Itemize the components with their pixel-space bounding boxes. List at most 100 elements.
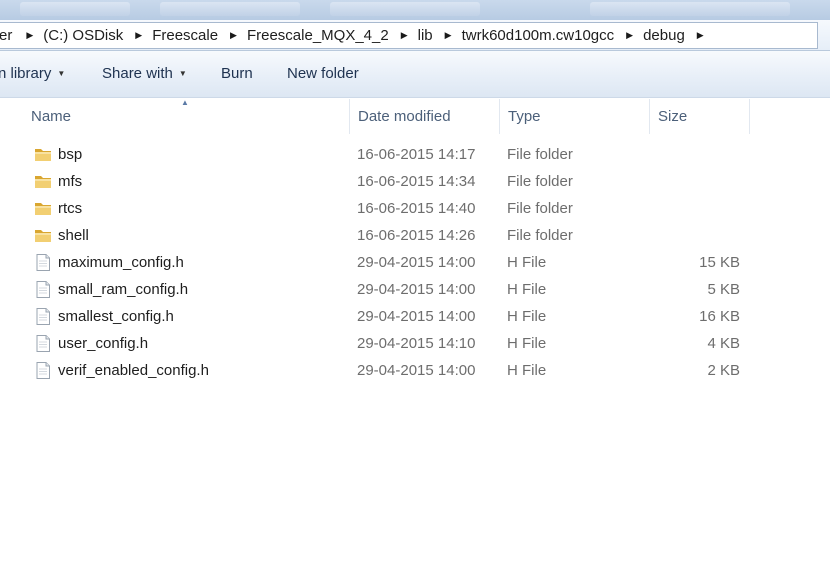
folder-icon xyxy=(34,146,52,163)
column-header-label: Name xyxy=(31,108,72,125)
file-size xyxy=(650,195,740,222)
breadcrumb-item[interactable]: debug ▶ xyxy=(637,27,708,44)
file-date-modified: 16-06-2015 14:26 xyxy=(357,227,476,244)
file-size: 16 KB xyxy=(699,308,740,325)
new-folder-button[interactable]: New folder xyxy=(287,65,359,82)
breadcrumb-item[interactable]: Freescale_MQX_4_2 ▶ xyxy=(241,27,412,44)
file-name: mfs xyxy=(58,173,83,190)
file-type: File folder xyxy=(507,146,573,163)
file-name: maximum_config.h xyxy=(58,254,184,271)
breadcrumb-label: debug xyxy=(643,27,685,44)
command-toolbar: n library ▼ Share with ▼ Burn New folder xyxy=(0,51,830,98)
file-date-modified: 16-06-2015 14:17 xyxy=(357,146,476,163)
breadcrumb-label: er xyxy=(0,27,13,44)
background-window-ghost xyxy=(590,2,790,16)
file-size xyxy=(650,222,740,249)
file-date-modified: 16-06-2015 14:34 xyxy=(357,173,476,190)
folder-icon xyxy=(34,200,52,217)
breadcrumb-label: (C:) OSDisk xyxy=(43,27,124,44)
file-name: verif_enabled_config.h xyxy=(58,362,209,379)
breadcrumb-arrow-icon[interactable]: ▶ xyxy=(622,30,635,41)
file-row[interactable]: smallest_config.h 29-04-2015 14:00 H File 1… xyxy=(0,303,830,330)
file-row[interactable]: mfs 16-06-2015 14:34 File folder xyxy=(0,168,830,195)
breadcrumb[interactable]: er ▶ (C:) OSDisk ▶ Freescale ▶ Freescale… xyxy=(0,22,818,49)
file-date-modified: 29-04-2015 14:10 xyxy=(357,335,476,352)
file-type: File folder xyxy=(507,173,573,190)
file-date-modified: 29-04-2015 14:00 xyxy=(357,362,476,379)
file-row[interactable]: shell 16-06-2015 14:26 File folder xyxy=(0,222,830,249)
file-type: H File xyxy=(507,335,547,352)
column-header-date-modified[interactable]: Date modified xyxy=(350,99,500,134)
file-date-modified: 29-04-2015 14:00 xyxy=(357,281,476,298)
share-with-label: Share with xyxy=(102,65,173,82)
folder-icon xyxy=(34,173,52,190)
burn-label: Burn xyxy=(221,65,253,82)
column-header-label: Type xyxy=(508,108,541,125)
file-icon xyxy=(34,335,52,352)
breadcrumb-arrow-icon[interactable]: ▶ xyxy=(131,30,144,41)
file-icon xyxy=(34,281,52,298)
column-header-label: Date modified xyxy=(358,108,451,125)
breadcrumb-item[interactable]: er ▶ xyxy=(0,27,37,44)
file-type: File folder xyxy=(507,200,573,217)
address-bar: er ▶ (C:) OSDisk ▶ Freescale ▶ Freescale… xyxy=(0,20,830,51)
file-size: 15 KB xyxy=(699,254,740,271)
breadcrumb-item[interactable]: (C:) OSDisk ▶ xyxy=(37,27,146,44)
breadcrumb-arrow-icon[interactable]: ▶ xyxy=(693,30,706,41)
file-icon xyxy=(34,308,52,325)
file-row[interactable]: maximum_config.h 29-04-2015 14:00 H File 15… xyxy=(0,249,830,276)
title-strip xyxy=(0,0,830,20)
file-type: H File xyxy=(507,308,547,325)
file-date-modified: 29-04-2015 14:00 xyxy=(357,308,476,325)
new-folder-label: New folder xyxy=(287,65,359,82)
breadcrumb-item[interactable]: Freescale ▶ xyxy=(146,27,241,44)
file-name: smallest_config.h xyxy=(58,308,174,325)
include-in-library-button[interactable]: n library ▼ xyxy=(0,65,65,82)
breadcrumb-label: twrk60d100m.cw10gcc xyxy=(461,27,615,44)
file-date-modified: 29-04-2015 14:00 xyxy=(357,254,476,271)
file-row[interactable]: verif_enabled_config.h 29-04-2015 14:00 H … xyxy=(0,357,830,384)
breadcrumb-label: Freescale_MQX_4_2 xyxy=(246,27,389,44)
breadcrumb-arrow-icon[interactable]: ▶ xyxy=(226,30,239,41)
file-name: small_ram_config.h xyxy=(58,281,189,298)
file-row[interactable]: bsp 16-06-2015 14:17 File folder xyxy=(0,141,830,168)
file-icon xyxy=(34,254,52,271)
file-size xyxy=(650,168,740,195)
background-window-ghost xyxy=(330,2,480,16)
file-size: 4 KB xyxy=(707,335,740,352)
background-window-ghost xyxy=(20,2,130,16)
column-header-type[interactable]: Type xyxy=(500,99,650,134)
background-window-ghost xyxy=(160,2,300,16)
breadcrumb-arrow-icon[interactable]: ▶ xyxy=(441,30,454,41)
file-name: rtcs xyxy=(58,200,83,217)
file-date-modified: 16-06-2015 14:40 xyxy=(357,200,476,217)
file-type: H File xyxy=(507,254,547,271)
file-icon xyxy=(34,362,52,379)
file-size xyxy=(650,141,740,168)
file-name: user_config.h xyxy=(58,335,149,352)
folder-icon xyxy=(34,227,52,244)
file-type: H File xyxy=(507,281,547,298)
include-in-library-label: n library xyxy=(0,65,52,82)
breadcrumb-item[interactable]: lib ▶ xyxy=(412,27,456,44)
breadcrumb-arrow-icon[interactable]: ▶ xyxy=(12,30,35,41)
file-name: bsp xyxy=(58,146,83,163)
chevron-down-icon: ▼ xyxy=(178,69,187,78)
chevron-down-icon: ▼ xyxy=(57,69,66,78)
burn-button[interactable]: Burn xyxy=(221,65,253,82)
column-header-label: Size xyxy=(658,108,688,125)
file-name: shell xyxy=(58,227,89,244)
file-type: File folder xyxy=(507,227,573,244)
file-type: H File xyxy=(507,362,547,379)
share-with-button[interactable]: Share with ▼ xyxy=(102,65,187,82)
file-row[interactable]: rtcs 16-06-2015 14:40 File folder xyxy=(0,195,830,222)
file-row[interactable]: user_config.h 29-04-2015 14:10 H File 4 KB xyxy=(0,330,830,357)
file-row[interactable]: small_ram_config.h 29-04-2015 14:00 H File… xyxy=(0,276,830,303)
file-size: 5 KB xyxy=(707,281,740,298)
column-header-size[interactable]: Size xyxy=(650,99,750,134)
breadcrumb-arrow-icon[interactable]: ▶ xyxy=(397,30,410,41)
column-header-row: ▲ Name Date modified Type Size xyxy=(0,98,830,134)
breadcrumb-item[interactable]: twrk60d100m.cw10gcc ▶ xyxy=(456,27,638,44)
file-size: 2 KB xyxy=(707,362,740,379)
column-header-name[interactable]: Name xyxy=(23,99,350,134)
